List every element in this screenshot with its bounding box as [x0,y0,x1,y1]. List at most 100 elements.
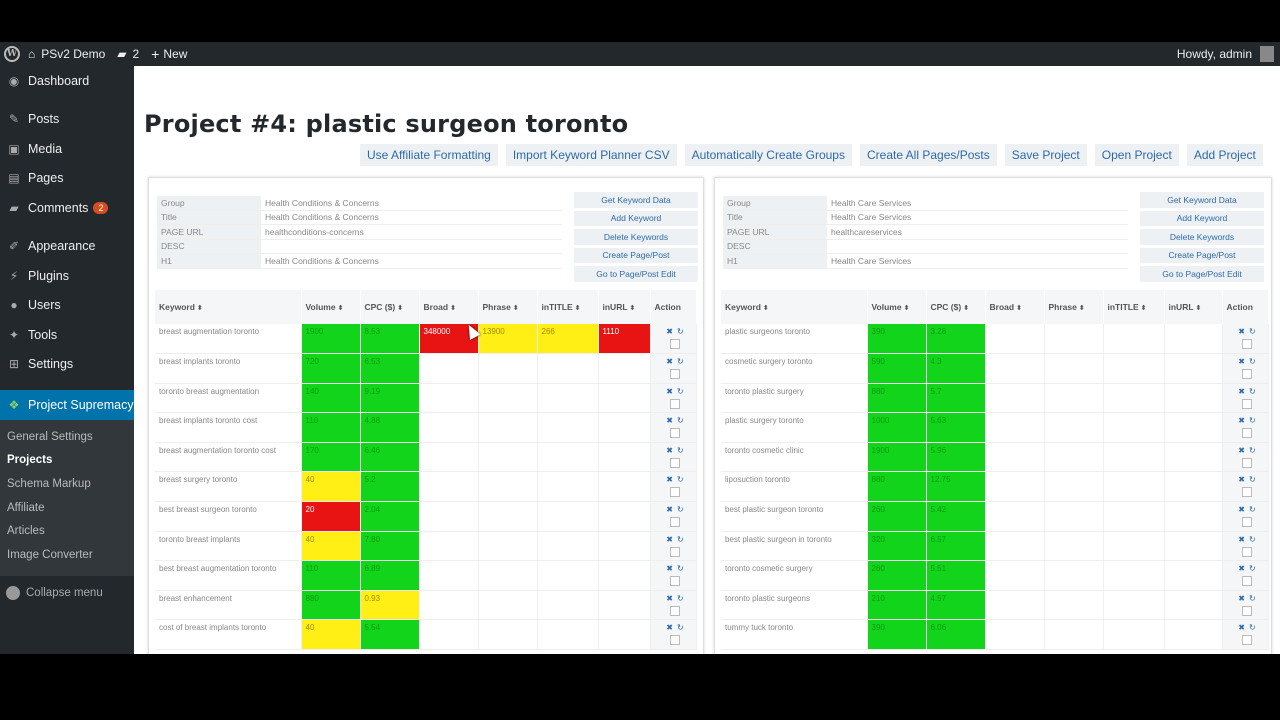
sidebar-item-posts[interactable]: ✎ Posts [0,105,134,135]
column-header-broad[interactable]: Broad ⬍ [419,290,479,324]
row-select-checkbox[interactable] [1242,576,1252,587]
table-row[interactable]: best plastic surgeon in toronto 320 6.57 ✖ ↻ [721,531,1269,562]
get-keyword-data-button[interactable]: Get Keyword Data [1140,192,1264,208]
column-header-cpc[interactable]: CPC ($) ⬍ [360,290,420,324]
meta-value-field[interactable]: healthcareservices [827,227,902,237]
row-select-checkbox[interactable] [1242,487,1252,498]
sidebar-item-plugins[interactable]: ⚡ Plugins [0,261,134,291]
row-select-checkbox[interactable] [1242,428,1252,439]
delete-keywords-button[interactable]: Delete Keywords [574,229,698,245]
row-select-checkbox[interactable] [1242,457,1252,468]
delete-icon[interactable]: ✖ [666,623,673,632]
row-select-checkbox[interactable] [670,369,680,380]
refresh-icon[interactable]: ↻ [1249,564,1256,573]
table-row[interactable]: toronto cosmetic clinic 1900 5.96 ✖ ↻ [721,442,1269,473]
meta-value-field[interactable]: Health Conditions & Concerns [261,256,379,266]
table-row[interactable]: plastic surgeons toronto 390 3.28 ✖ ↻ [721,324,1269,355]
table-row[interactable]: toronto breast augmentation 140 9.19 ✖ ↻ [155,383,697,414]
row-select-checkbox[interactable] [670,576,680,587]
table-row[interactable]: toronto cosmetic surgery 260 5.51 ✖ ↻ [721,560,1269,591]
refresh-icon[interactable]: ↻ [1249,475,1256,484]
create-all-pages-posts-button[interactable]: Create All Pages/Posts [859,144,997,166]
delete-icon[interactable]: ✖ [1238,416,1245,425]
refresh-icon[interactable]: ↻ [677,475,684,484]
meta-value-field[interactable]: healthconditions-concerns [261,227,364,237]
delete-icon[interactable]: ✖ [1238,327,1245,336]
open-project-button[interactable]: Open Project [1094,144,1179,166]
new-content-link[interactable]: + New [145,42,193,66]
table-row[interactable]: breast enhancement 880 0.93 ✖ ↻ [155,590,697,621]
column-header-inurl[interactable]: inURL ⬍ [598,290,651,324]
add-project-button[interactable]: Add Project [1186,144,1263,166]
refresh-icon[interactable]: ↻ [1249,387,1256,396]
row-select-checkbox[interactable] [1242,369,1252,380]
meta-value-field[interactable]: Health Care Services [827,256,911,266]
column-header-phrase[interactable]: Phrase ⬍ [478,290,538,324]
delete-keywords-button[interactable]: Delete Keywords [1140,229,1264,245]
delete-icon[interactable]: ✖ [1238,535,1245,544]
table-row[interactable]: best breast augmentation toronto 110 6.89 ✖… [155,560,697,591]
table-row[interactable]: cost of breast implants toronto 40 5.54 ✖ ↻ [155,619,697,651]
sidebar-item-tools[interactable]: ✦ Tools [0,320,134,350]
go-to-page-post-edit-button[interactable]: Go to Page/Post Edit [1140,266,1264,282]
column-header-inurl[interactable]: inURL ⬍ [1164,290,1223,324]
row-select-checkbox[interactable] [670,339,680,349]
refresh-icon[interactable]: ↻ [1249,416,1256,425]
refresh-icon[interactable]: ↻ [677,535,684,544]
row-select-checkbox[interactable] [670,487,680,498]
table-row[interactable]: breast augmentation toronto 1900 8.53 34800… [155,324,697,355]
collapse-menu-button[interactable]: Collapse menu [0,576,134,600]
meta-value-field[interactable]: Health Care Services [827,198,911,208]
row-select-checkbox[interactable] [1242,635,1252,646]
column-header-action[interactable]: Action [1222,290,1269,324]
sidebar-item-users[interactable]: ● Users [0,291,134,321]
column-header-intitle[interactable]: inTITLE ⬍ [1103,290,1165,324]
delete-icon[interactable]: ✖ [666,446,673,455]
delete-icon[interactable]: ✖ [1238,623,1245,632]
delete-icon[interactable]: ✖ [666,327,673,336]
site-name-link[interactable]: ⌂ PSv2 Demo [22,42,111,66]
row-select-checkbox[interactable] [1242,546,1252,557]
column-header-cpc[interactable]: CPC ($) ⬍ [926,290,986,324]
table-row[interactable]: best breast surgeon toronto 20 2.04 ✖ ↻ [155,501,697,532]
get-keyword-data-button[interactable]: Get Keyword Data [574,192,698,208]
row-select-checkbox[interactable] [670,428,680,439]
create-page-post-button[interactable]: Create Page/Post [574,247,698,263]
row-select-checkbox[interactable] [670,605,680,616]
submenu-item-general-settings[interactable]: General Settings [0,426,134,450]
refresh-icon[interactable]: ↻ [677,416,684,425]
sidebar-item-settings[interactable]: ⊞ Settings [0,350,134,380]
submenu-item-image-converter[interactable]: Image Converter [0,544,134,568]
import-keyword-planner-csv-button[interactable]: Import Keyword Planner CSV [505,144,677,166]
sidebar-item-media[interactable]: ▣ Media [0,134,134,164]
delete-icon[interactable]: ✖ [666,505,673,514]
delete-icon[interactable]: ✖ [1238,446,1245,455]
create-page-post-button[interactable]: Create Page/Post [1140,247,1264,263]
delete-icon[interactable]: ✖ [1238,505,1245,514]
table-row[interactable]: breast surgery toronto 40 5.2 ✖ ↻ [155,471,697,503]
delete-icon[interactable]: ✖ [666,475,673,484]
wordpress-logo-icon[interactable]: W [0,42,22,66]
sidebar-item-pages[interactable]: ▤ Pages [0,164,134,194]
table-row[interactable]: plastic surgery toronto 1000 5.63 ✖ ↻ [721,412,1269,443]
delete-icon[interactable]: ✖ [1238,564,1245,573]
table-row[interactable]: breast implants toronto cost 110 4.88 ✖ ↻ [155,412,697,443]
row-select-checkbox[interactable] [670,457,680,468]
delete-icon[interactable]: ✖ [666,594,673,603]
automatically-create-groups-button[interactable]: Automatically Create Groups [684,144,852,166]
refresh-icon[interactable]: ↻ [677,623,684,632]
delete-icon[interactable]: ✖ [1238,475,1245,484]
column-header-phrase[interactable]: Phrase ⬍ [1044,290,1104,324]
submenu-item-articles[interactable]: Articles [0,520,134,544]
refresh-icon[interactable]: ↻ [1249,535,1256,544]
table-row[interactable]: toronto breast implants 40 7.80 ✖ ↻ [155,531,697,562]
use-affiliate-formatting-button[interactable]: Use Affiliate Formatting [360,144,498,166]
meta-value-field[interactable]: Health Conditions & Concerns [261,212,379,222]
column-header-broad[interactable]: Broad ⬍ [985,290,1045,324]
table-row[interactable]: toronto plastic surgeons 210 4.57 ✖ ↻ [721,590,1269,621]
add-keyword-button[interactable]: Add Keyword [1140,210,1264,226]
row-select-checkbox[interactable] [670,635,680,646]
row-select-checkbox[interactable] [1242,605,1252,616]
table-row[interactable]: cosmetic surgery toronto 590 4.3 ✖ ↻ [721,353,1269,384]
row-select-checkbox[interactable] [1242,398,1252,409]
